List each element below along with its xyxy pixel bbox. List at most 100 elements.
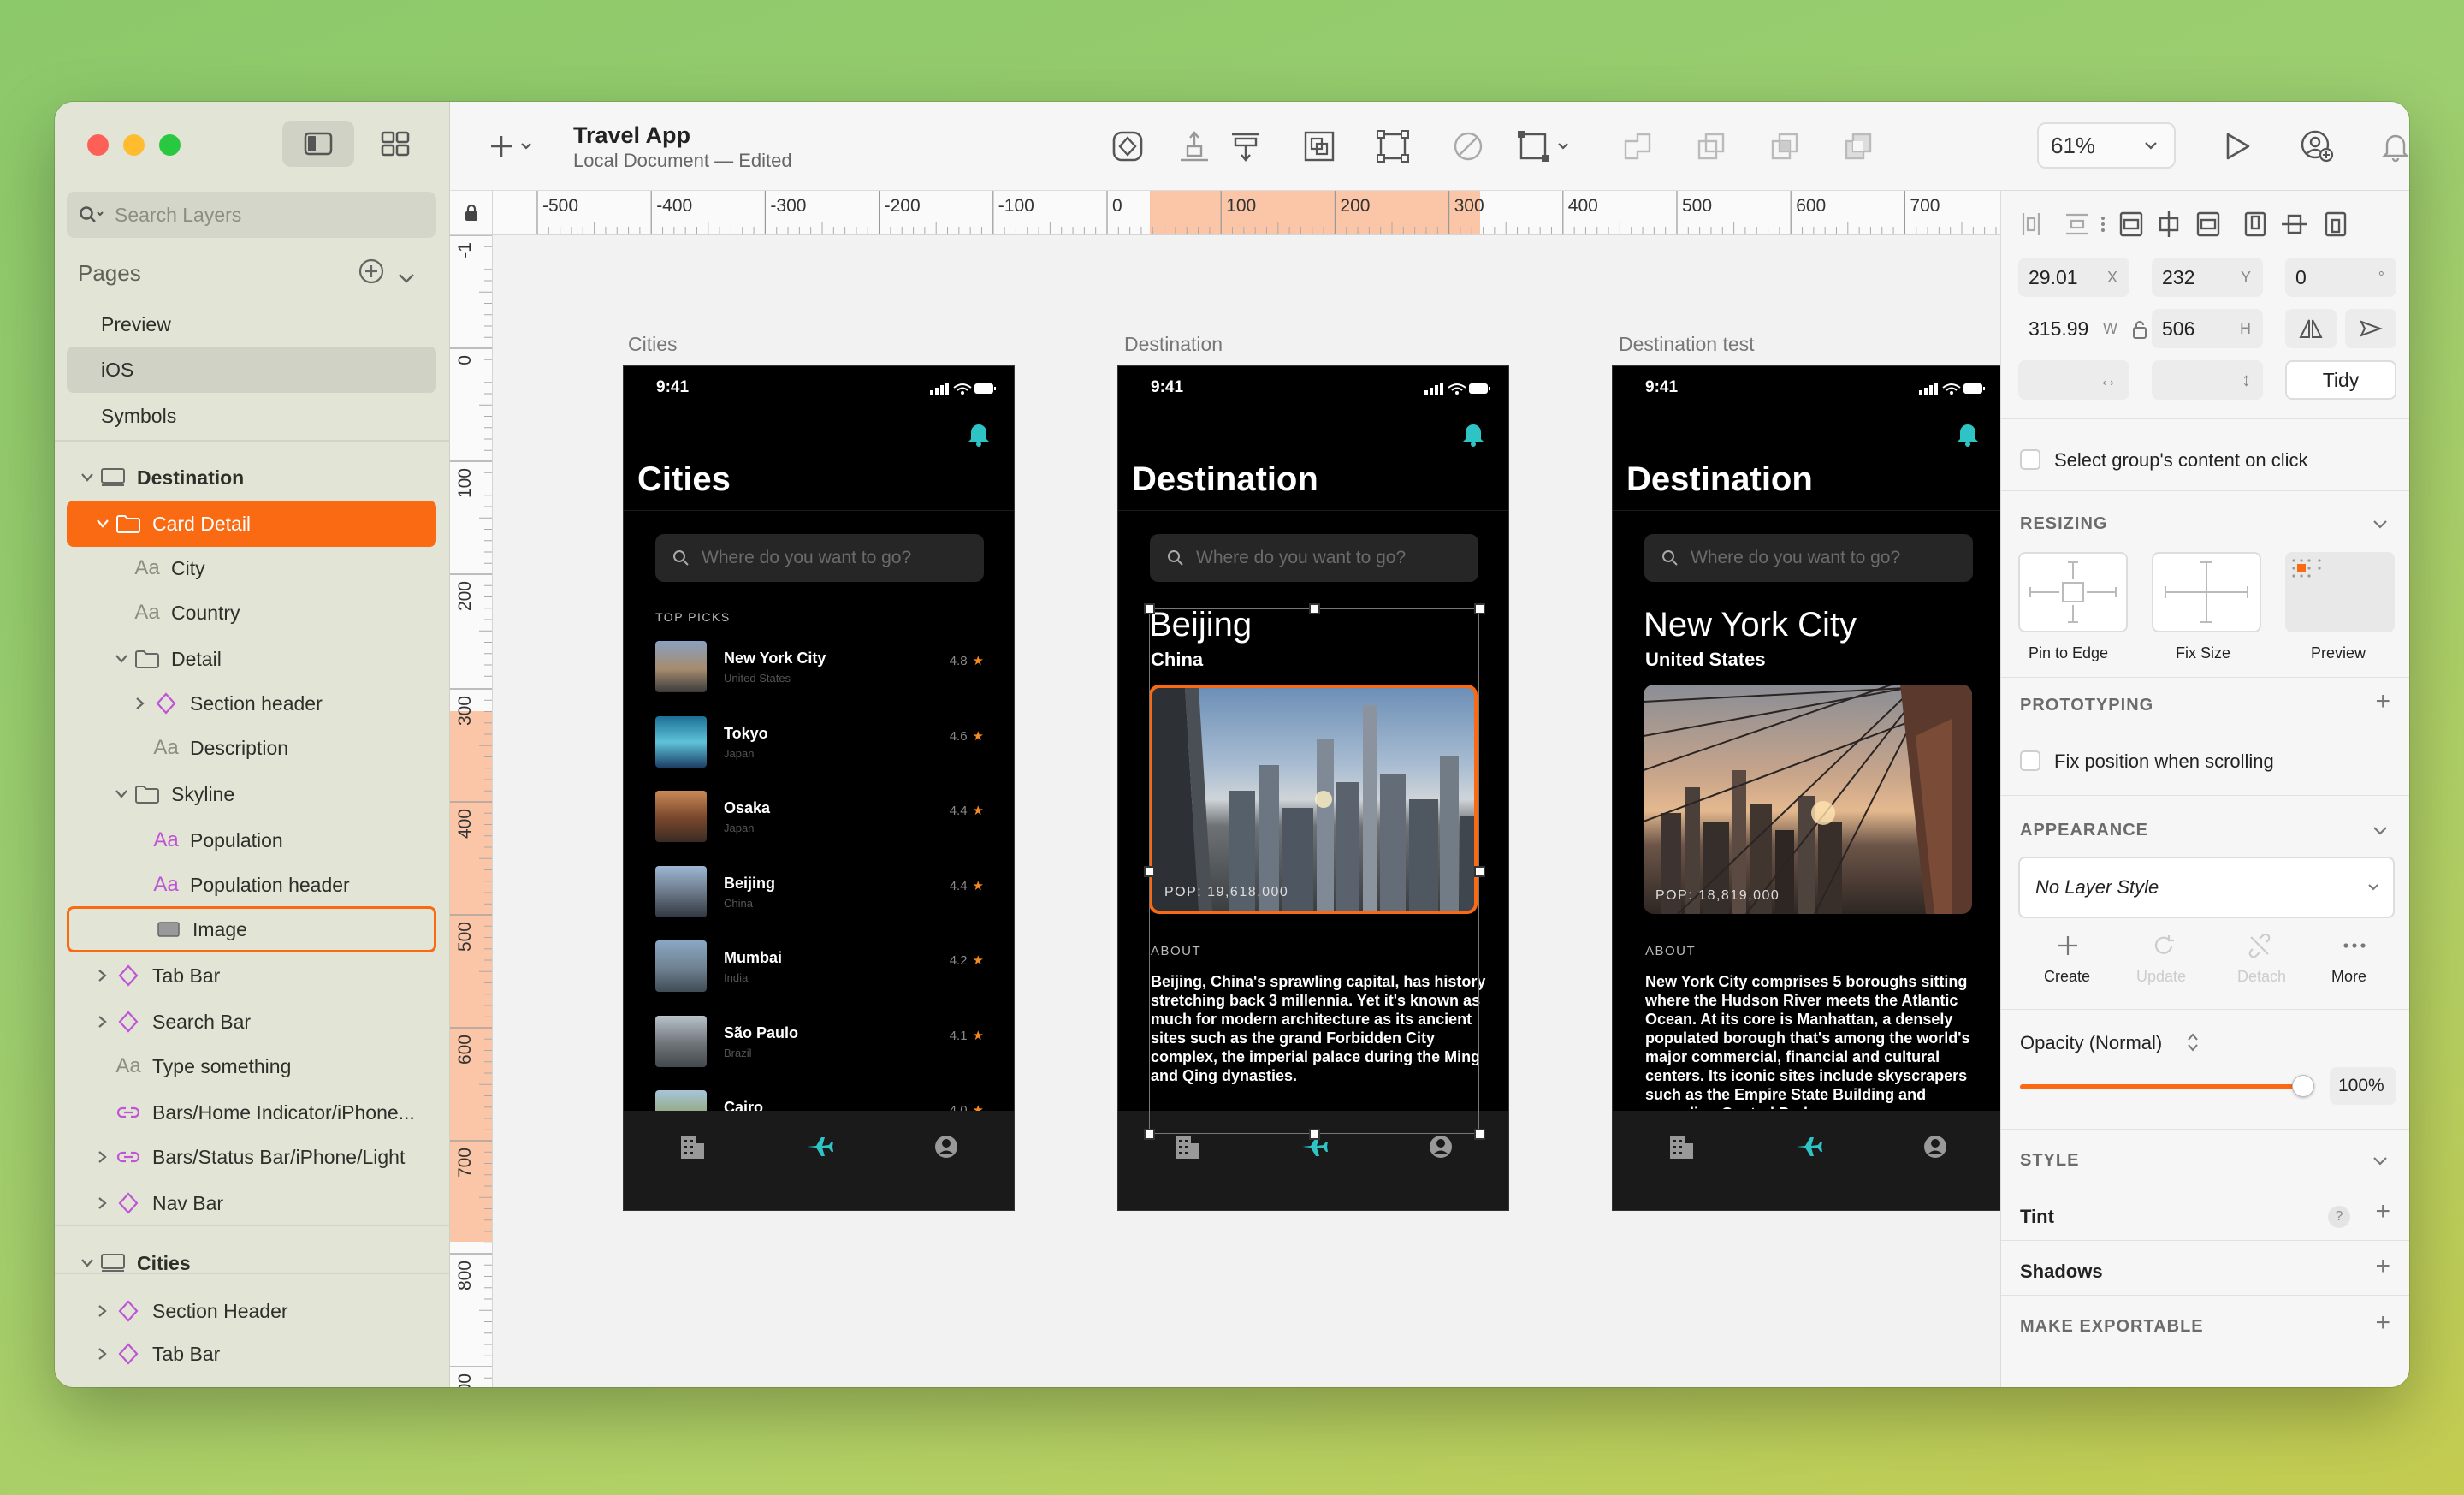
subtract-button[interactable] bbox=[1692, 128, 1730, 165]
chevron-right-icon[interactable] bbox=[98, 1304, 108, 1318]
airplane-icon[interactable] bbox=[806, 1133, 835, 1160]
flip-vertical-button[interactable] bbox=[2345, 309, 2396, 348]
add-tint-button[interactable]: + bbox=[2375, 1197, 2390, 1226]
chevron-right-icon[interactable] bbox=[98, 1347, 108, 1361]
width-field[interactable]: 315.99 W bbox=[2018, 309, 2129, 348]
group-button[interactable] bbox=[1300, 128, 1338, 165]
layer-row[interactable]: Bars/Status Bar/iPhone/Light bbox=[67, 1134, 436, 1180]
bell-icon[interactable] bbox=[968, 421, 990, 447]
search-bar[interactable]: Where do you want to go? bbox=[655, 534, 984, 582]
resize-handle[interactable] bbox=[1144, 603, 1155, 614]
chevron-down-icon[interactable] bbox=[115, 789, 128, 799]
vertical-spacing-field[interactable]: ↕ bbox=[2152, 360, 2263, 400]
transform-button[interactable] bbox=[1374, 128, 1412, 165]
zoom-select[interactable]: 61% bbox=[2037, 122, 2176, 169]
bell-icon[interactable] bbox=[1462, 421, 1484, 447]
rotation-field[interactable]: 0 ° bbox=[2285, 258, 2396, 297]
artboard-label-destination[interactable]: Destination bbox=[1124, 333, 1223, 356]
layer-row[interactable]: Card Detail bbox=[67, 501, 436, 547]
minimize-window-button[interactable] bbox=[123, 134, 145, 156]
close-window-button[interactable] bbox=[87, 134, 109, 156]
chevron-down-icon[interactable] bbox=[80, 472, 94, 483]
select-group-checkbox[interactable] bbox=[2020, 449, 2040, 470]
zoom-window-button[interactable] bbox=[159, 134, 181, 156]
description-text[interactable]: Beijing, China's sprawling capital, has … bbox=[1151, 972, 1486, 1085]
list-item[interactable]: Osaka Japan 4.4 ★ bbox=[655, 791, 984, 845]
search-layers-input[interactable]: Search Layers bbox=[67, 192, 436, 238]
components-view-toggle[interactable] bbox=[359, 121, 431, 167]
chevron-down-icon[interactable] bbox=[115, 654, 128, 664]
search-bar[interactable]: Where do you want to go? bbox=[1644, 534, 1973, 582]
page-ios[interactable]: iOS bbox=[67, 347, 436, 393]
notifications-button[interactable] bbox=[2377, 128, 2409, 165]
collapse-pages-button[interactable] bbox=[397, 263, 416, 290]
description-text[interactable]: New York City comprises 5 boroughs sitti… bbox=[1645, 972, 1981, 1109]
horizontal-spacing-field[interactable]: ↔ bbox=[2018, 360, 2129, 400]
list-item[interactable]: Tokyo Japan 4.6 ★ bbox=[655, 715, 984, 771]
city-name[interactable]: New York City bbox=[1644, 606, 1857, 644]
fix-position-checkbox[interactable] bbox=[2020, 750, 2040, 771]
pin-to-edge-option[interactable] bbox=[2018, 552, 2128, 632]
layer-row[interactable]: Bars/Home Indicator/iPhone... bbox=[67, 1089, 436, 1136]
chevron-down-icon[interactable] bbox=[2372, 1156, 2389, 1166]
building-icon[interactable] bbox=[678, 1133, 706, 1160]
layer-row[interactable]: Aa Type something bbox=[67, 1043, 436, 1089]
layers-view-toggle[interactable] bbox=[282, 121, 354, 167]
align-bottom-button[interactable] bbox=[1176, 128, 1213, 165]
layer-row[interactable]: Tab Bar bbox=[67, 952, 436, 999]
search-bar[interactable]: Where do you want to go? bbox=[1150, 534, 1478, 582]
artboard-destination[interactable]: 9:41 Destination Where do you want to go… bbox=[1117, 365, 1509, 1211]
profile-icon[interactable] bbox=[933, 1133, 960, 1160]
layer-row[interactable]: Search Bar bbox=[67, 999, 436, 1045]
edit-vector-button[interactable] bbox=[1449, 128, 1487, 165]
layer-row[interactable]: Aa Country bbox=[67, 590, 436, 636]
opacity-slider-thumb[interactable] bbox=[2292, 1075, 2314, 1097]
country-name[interactable]: China bbox=[1151, 649, 1203, 671]
ruler-lock[interactable] bbox=[450, 191, 493, 235]
list-item[interactable]: Beijing China 4.4 ★ bbox=[655, 865, 984, 921]
skyline-image[interactable]: POP: 19,618,000 bbox=[1149, 685, 1478, 914]
x-field[interactable]: 29.01 X bbox=[2018, 258, 2129, 297]
more-style-button[interactable]: More bbox=[2331, 968, 2366, 986]
layer-row[interactable]: Aa Description bbox=[67, 725, 436, 771]
play-preview-button[interactable] bbox=[2218, 128, 2255, 165]
add-export-button[interactable]: + bbox=[2375, 1308, 2390, 1338]
insert-button[interactable] bbox=[488, 128, 539, 165]
chevron-down-icon[interactable] bbox=[80, 1258, 94, 1268]
artboard-label-cities[interactable]: Cities bbox=[628, 333, 678, 356]
airplane-icon[interactable] bbox=[1795, 1133, 1824, 1160]
list-item[interactable]: New York City United States 4.8 ★ bbox=[655, 641, 984, 696]
canvas[interactable]: Cities 9:41 Cities Where do you want to … bbox=[493, 235, 2055, 1387]
resize-handle[interactable] bbox=[1309, 1129, 1320, 1140]
add-page-button[interactable] bbox=[358, 258, 385, 291]
resize-handle[interactable] bbox=[1144, 1129, 1155, 1140]
layer-row[interactable]: Nav Bar bbox=[67, 1180, 436, 1226]
lock-ratio-icon[interactable] bbox=[2132, 319, 2147, 340]
layer-row[interactable]: Aa Population bbox=[67, 817, 436, 863]
bell-icon[interactable] bbox=[1957, 421, 1979, 447]
chevron-down-icon[interactable] bbox=[2372, 826, 2389, 836]
create-symbol-button[interactable] bbox=[1109, 128, 1146, 165]
profile-icon[interactable] bbox=[1427, 1133, 1454, 1160]
resize-handle[interactable] bbox=[1144, 866, 1155, 877]
height-field[interactable]: 506 H bbox=[2152, 309, 2263, 348]
resize-handle[interactable] bbox=[1474, 866, 1485, 877]
chevron-right-icon[interactable] bbox=[98, 1015, 108, 1029]
resize-handle[interactable] bbox=[1474, 1129, 1485, 1140]
list-item[interactable]: Mumbai India 4.2 ★ bbox=[655, 940, 984, 995]
layer-row[interactable]: Section Header bbox=[67, 1288, 436, 1334]
difference-button[interactable] bbox=[1839, 128, 1877, 165]
city-name[interactable]: Beijing bbox=[1149, 606, 1252, 644]
intersect-button[interactable] bbox=[1766, 128, 1804, 165]
artboard-destination-test[interactable]: 9:41 Destination Where do you want to go… bbox=[1612, 365, 2004, 1211]
chevron-right-icon[interactable] bbox=[98, 1196, 108, 1210]
layer-row[interactable]: Aa Population header bbox=[67, 862, 436, 908]
layer-row[interactable]: Destination bbox=[67, 454, 436, 501]
tint-help-icon[interactable]: ? bbox=[2328, 1206, 2350, 1228]
union-button[interactable] bbox=[1619, 128, 1656, 165]
chevron-down-icon[interactable] bbox=[2372, 519, 2389, 530]
distribute-button[interactable] bbox=[1227, 128, 1265, 165]
layer-row[interactable]: Tab Bar bbox=[67, 1331, 436, 1377]
chevron-down-icon[interactable] bbox=[96, 519, 110, 529]
building-icon[interactable] bbox=[1173, 1133, 1200, 1160]
